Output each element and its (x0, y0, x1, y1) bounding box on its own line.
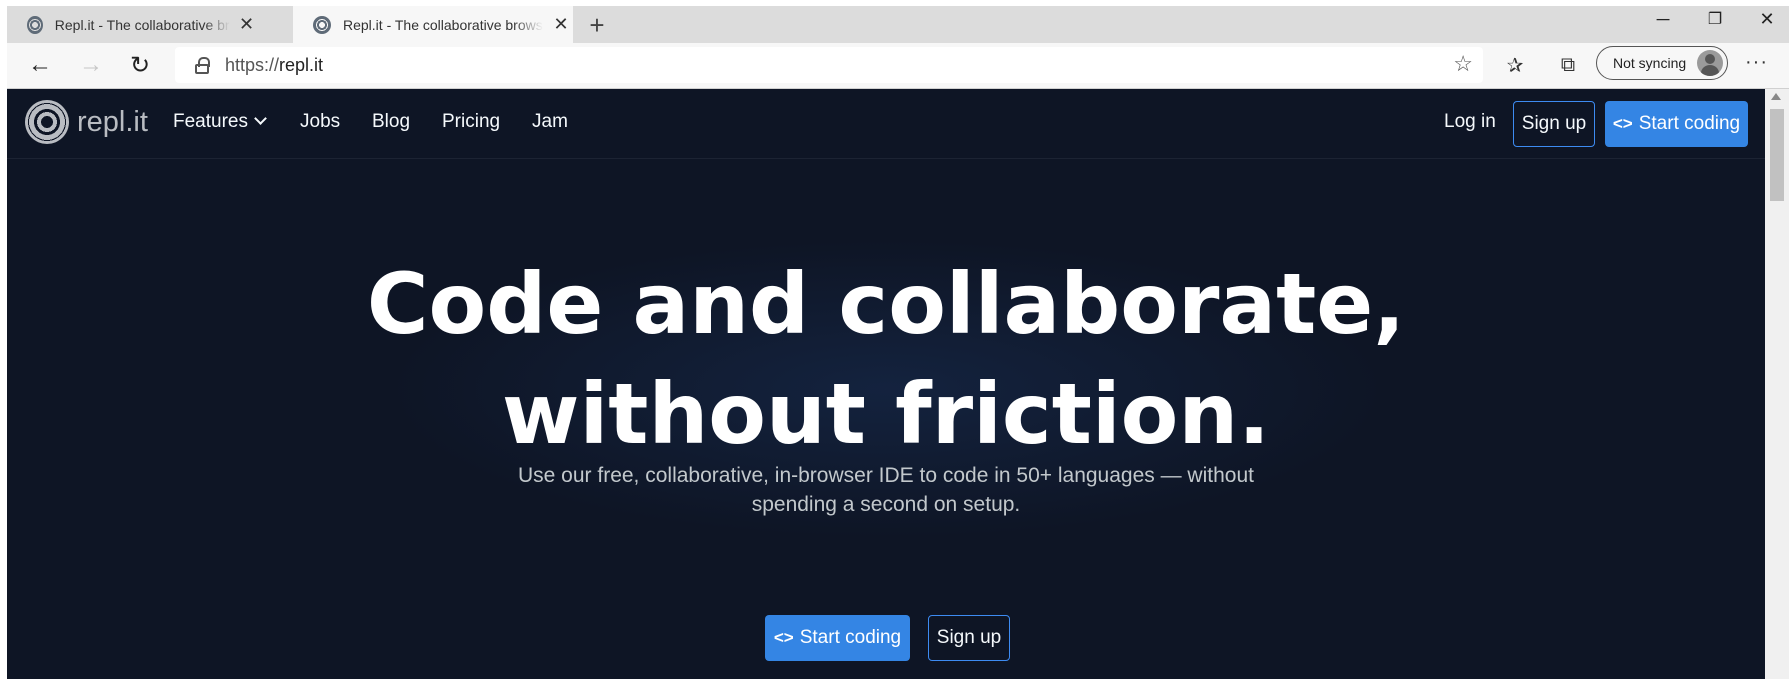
minimize-icon[interactable]: ─ (1643, 9, 1683, 30)
browser-tab-2[interactable]: Repl.it - The collaborative browser base… (293, 6, 573, 43)
forward-arrow-icon[interactable]: → (73, 49, 109, 81)
new-tab-icon[interactable]: + (582, 10, 612, 41)
login-link[interactable]: Log in (1444, 111, 1496, 133)
back-arrow-icon[interactable]: ← (22, 49, 58, 81)
replit-favicon-icon (313, 15, 331, 34)
replit-logo-icon (25, 100, 69, 144)
url-text: https://repl.it (225, 54, 324, 75)
hero-start-coding-button[interactable]: <> Start coding (765, 615, 910, 661)
hero-signup-button[interactable]: Sign up (928, 615, 1010, 661)
headline-line-2: without friction. (501, 365, 1271, 463)
scroll-up-arrow-icon[interactable] (1771, 93, 1781, 100)
subtitle-line-2: spending a second on setup. (751, 493, 1021, 516)
lock-icon (195, 57, 210, 74)
nav-pricing[interactable]: Pricing (442, 111, 500, 133)
tab-strip: Repl.it - The collaborative browser base… (7, 6, 1789, 43)
favorites-list-icon[interactable]: ✰ (1498, 50, 1532, 80)
more-menu-icon[interactable]: ··· (1745, 51, 1768, 74)
tab-title: Repl.it - The collaborative browser base… (54, 16, 230, 33)
nav-jam[interactable]: Jam (532, 111, 568, 133)
nav-features[interactable]: Features (173, 111, 267, 133)
replit-favicon-icon (27, 15, 43, 34)
sync-label: Not syncing (1613, 55, 1687, 71)
tab-title: Repl.it - The collaborative browser base… (343, 16, 543, 33)
subtitle-line-1: Use our free, collaborative, in-browser … (518, 464, 1254, 487)
browser-toolbar: ← → ↻ https://repl.it ☆ ✰ ⧉ Not syncing … (7, 43, 1789, 89)
sync-button[interactable]: Not syncing (1596, 46, 1728, 80)
refresh-icon[interactable]: ↻ (122, 49, 158, 81)
nav-blog[interactable]: Blog (372, 111, 410, 133)
nav-features-label: Features (173, 111, 248, 132)
headline-line-1: Code and collaborate, (366, 255, 1406, 353)
close-window-icon[interactable]: ✕ (1747, 9, 1787, 30)
favorite-star-icon[interactable]: ☆ (1453, 51, 1473, 77)
address-bar[interactable]: https://repl.it ☆ (175, 47, 1483, 83)
browser-tab-1[interactable]: Repl.it - The collaborative browser base… (7, 6, 257, 43)
hero-headline: Code and collaborate, without friction. (7, 249, 1765, 469)
nav-jobs[interactable]: Jobs (300, 111, 340, 133)
chevron-down-icon (254, 112, 267, 125)
close-tab-icon[interactable]: ✕ (549, 14, 573, 35)
browser-window: Repl.it - The collaborative browser base… (7, 0, 1789, 679)
scroll-thumb[interactable] (1770, 109, 1784, 201)
hero-start-coding-label: Start coding (799, 627, 902, 648)
start-coding-button[interactable]: <> Start coding (1605, 101, 1748, 147)
hero-subtitle: Use our free, collaborative, in-browser … (461, 461, 1311, 519)
signup-button[interactable]: Sign up (1513, 101, 1595, 147)
site-nav: repl.it Features Jobs Blog Pricing Jam L… (7, 89, 1765, 159)
start-coding-label: Start coding (1638, 113, 1741, 134)
page-scrollbar[interactable] (1765, 89, 1789, 679)
logo-text: repl.it (77, 105, 148, 138)
restore-icon[interactable]: ❐ (1695, 9, 1735, 29)
close-tab-icon[interactable]: ✕ (236, 14, 257, 35)
code-brackets-icon: <> (773, 628, 794, 647)
replit-logo[interactable]: repl.it (25, 100, 148, 144)
profile-avatar-icon (1697, 50, 1723, 76)
collections-icon[interactable]: ⧉ (1551, 50, 1585, 80)
code-brackets-icon: <> (1612, 114, 1633, 133)
repl-page: repl.it Features Jobs Blog Pricing Jam L… (7, 89, 1765, 679)
